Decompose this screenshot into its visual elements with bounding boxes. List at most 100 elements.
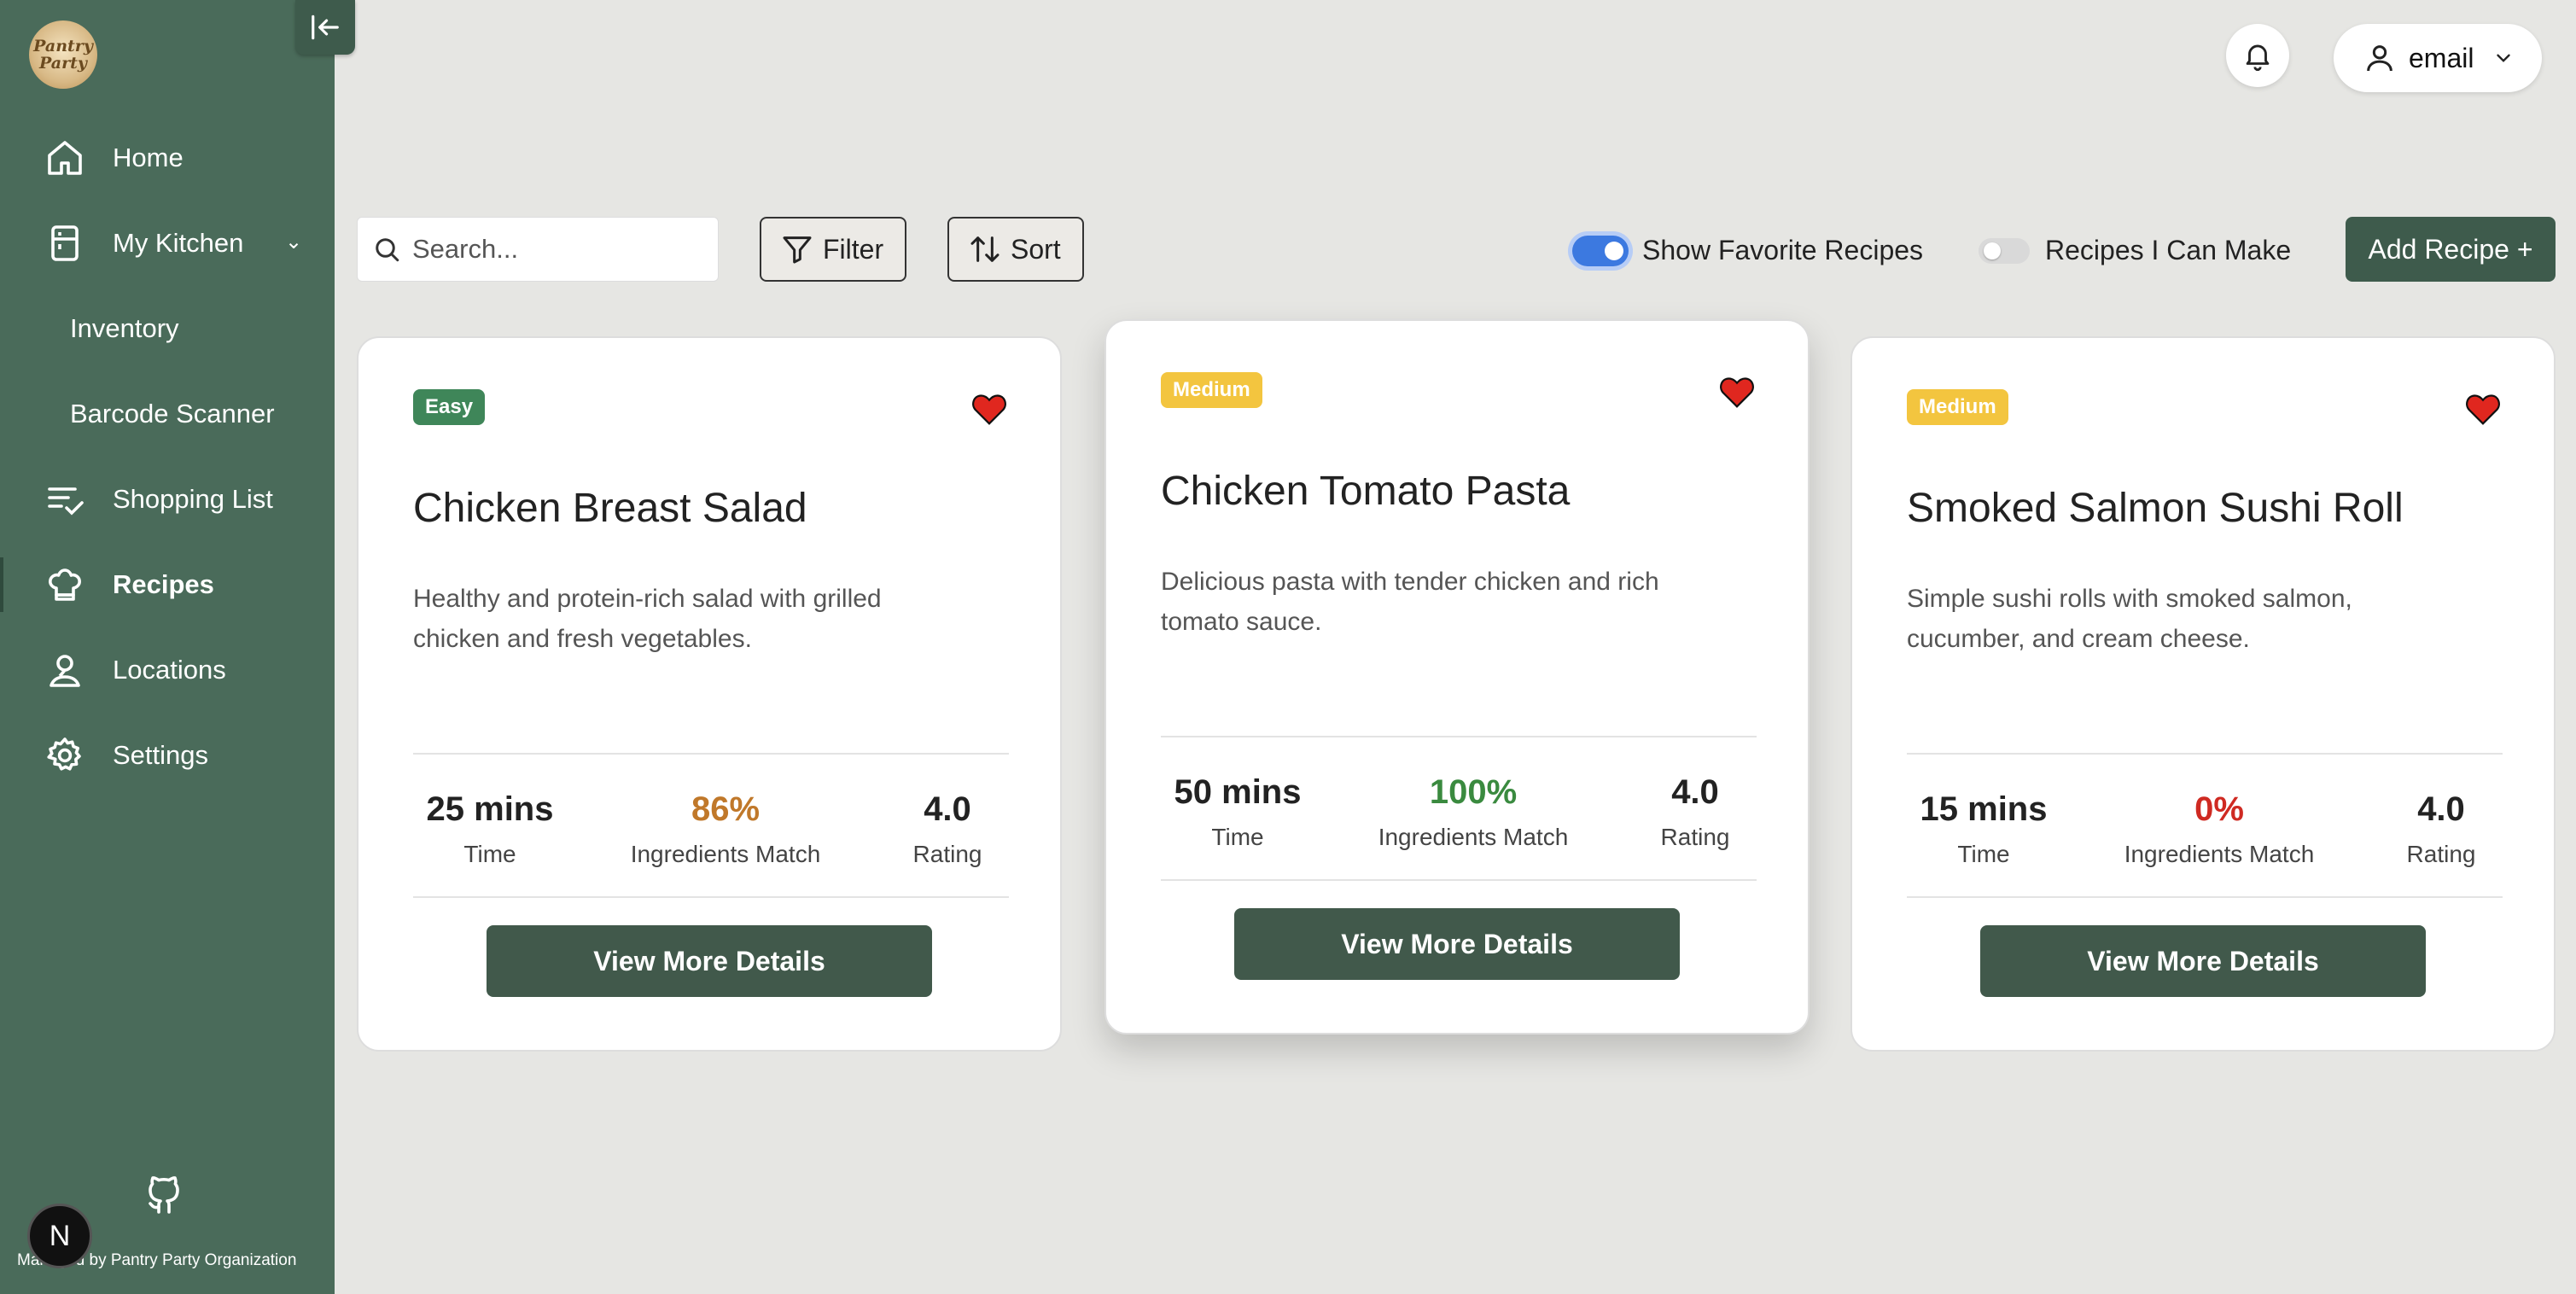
sidebar-item-label: Settings <box>113 740 209 770</box>
rating-value: 4.0 <box>924 790 971 828</box>
recipe-card: Medium Chicken Tomato Pasta Delicious pa… <box>1104 319 1810 1035</box>
rating-stat: 4.0 Rating <box>1635 773 1755 851</box>
recipe-description: Healthy and protein-rich salad with gril… <box>413 585 882 653</box>
sidebar-item-inventory[interactable]: Inventory <box>0 293 335 364</box>
user-menu-button[interactable]: email <box>2334 24 2542 92</box>
can-make-toggle[interactable] <box>1979 238 2030 264</box>
time-label: Time <box>1211 824 1264 850</box>
toggle-knob <box>1605 242 1623 260</box>
time-stat: 25 mins Time <box>413 790 567 868</box>
bell-icon <box>2246 44 2270 71</box>
show-favorites-toggle[interactable] <box>1572 236 1629 266</box>
rating-value: 4.0 <box>2417 790 2465 828</box>
map-pin-user-icon <box>50 655 80 687</box>
rating-label: Rating <box>912 841 982 867</box>
match-value: 100% <box>1429 773 1518 811</box>
filter-icon <box>783 236 812 264</box>
heart-icon[interactable] <box>2465 393 2501 425</box>
view-details-button[interactable]: View More Details <box>1980 925 2426 997</box>
recipe-title: Smoked Salmon Sushi Roll <box>1907 486 2404 531</box>
heart-icon[interactable] <box>1719 376 1755 408</box>
heart-icon[interactable] <box>971 393 1007 425</box>
match-label: Ingredients Match <box>630 841 821 867</box>
sidebar: Pantry Party Home My Kitchen ⌄ Inventory … <box>0 0 335 1294</box>
time-stat: 50 mins Time <box>1161 773 1314 851</box>
sort-label: Sort <box>1011 233 1061 265</box>
sidebar-item-barcode-scanner[interactable]: Barcode Scanner <box>0 378 335 450</box>
divider <box>1161 879 1757 881</box>
divider <box>1907 753 2503 755</box>
rating-stat: 4.0 Rating <box>2381 790 2501 868</box>
sidebar-item-settings[interactable]: Settings <box>0 720 335 791</box>
toggle-knob <box>1984 242 2001 259</box>
recipe-card: Medium Smoked Salmon Sushi Roll Simple s… <box>1850 336 2556 1052</box>
match-stat: 0% Ingredients Match <box>2117 790 2322 868</box>
collapse-left-icon <box>312 15 339 40</box>
recipe-title: Chicken Tomato Pasta <box>1161 469 1571 514</box>
filter-button[interactable]: Filter <box>760 217 906 282</box>
sidebar-item-shopping-list[interactable]: Shopping List <box>0 463 335 535</box>
time-stat: 15 mins Time <box>1907 790 2060 868</box>
difficulty-badge: Easy <box>413 389 486 425</box>
match-value: 0% <box>2194 790 2244 828</box>
filter-label: Filter <box>823 233 884 265</box>
time-value: 50 mins <box>1174 773 1302 811</box>
search-input[interactable] <box>412 218 711 281</box>
match-stat: 86% Ingredients Match <box>623 790 828 868</box>
view-details-button[interactable]: View More Details <box>1234 908 1680 980</box>
list-check-icon <box>48 487 84 516</box>
rating-stat: 4.0 Rating <box>888 790 1007 868</box>
sidebar-item-label: Home <box>113 143 184 172</box>
time-label: Time <box>463 841 516 867</box>
divider <box>413 896 1009 898</box>
chevron-down-icon[interactable]: ⌄ <box>285 230 302 254</box>
search-bar <box>357 217 719 282</box>
sidebar-item-recipes[interactable]: Recipes <box>0 549 335 621</box>
match-label: Ingredients Match <box>1378 824 1569 850</box>
chevron-down-icon <box>2497 54 2510 62</box>
difficulty-badge: Medium <box>1161 372 1262 408</box>
match-value: 86% <box>691 790 761 828</box>
user-icon <box>2367 45 2392 72</box>
fridge-icon <box>51 225 79 261</box>
recipe-description: Simple sushi rolls with smoked salmon, c… <box>1907 585 2352 653</box>
add-recipe-button[interactable]: Add Recipe + <box>2346 217 2556 282</box>
github-icon[interactable] <box>143 1176 184 1217</box>
rating-label: Rating <box>1660 824 1730 850</box>
notifications-button[interactable] <box>2226 24 2289 87</box>
match-stat: 100% Ingredients Match <box>1371 773 1576 851</box>
sort-button[interactable]: Sort <box>947 217 1084 282</box>
recipe-title: Chicken Breast Salad <box>413 486 807 531</box>
rating-label: Rating <box>2406 841 2476 867</box>
divider <box>1161 736 1757 737</box>
home-icon <box>48 141 82 175</box>
gear-icon <box>47 737 81 771</box>
view-details-button[interactable]: View More Details <box>487 925 932 997</box>
sidebar-item-label: Shopping List <box>113 484 273 514</box>
search-icon <box>376 238 399 262</box>
chef-hat-icon <box>49 568 81 601</box>
sidebar-item-label: My Kitchen <box>113 228 244 258</box>
sidebar-item-locations[interactable]: Locations <box>0 634 335 706</box>
user-email-label: email <box>2409 42 2474 73</box>
sidebar-item-label: Locations <box>113 655 226 685</box>
time-label: Time <box>1957 841 2010 867</box>
sidebar-item-label: Inventory <box>70 313 179 343</box>
recipe-card: Easy Chicken Breast Salad Healthy and pr… <box>357 336 1062 1052</box>
time-value: 25 mins <box>426 790 554 828</box>
sidebar-item-home[interactable]: Home <box>0 122 335 194</box>
recipe-description: Delicious pasta with tender chicken and … <box>1161 568 1659 636</box>
pantry-party-logo[interactable]: Pantry Party <box>29 20 97 89</box>
can-make-label: Recipes I Can Make <box>2045 235 2292 265</box>
rating-value: 4.0 <box>1671 773 1719 811</box>
collapse-sidebar-button[interactable] <box>295 0 355 55</box>
difficulty-badge: Medium <box>1907 389 2008 425</box>
match-label: Ingredients Match <box>2124 841 2315 867</box>
show-favorites-label: Show Favorite Recipes <box>1642 235 1924 265</box>
sort-arrows-icon <box>970 236 1000 262</box>
time-value: 15 mins <box>1920 790 2048 828</box>
divider <box>1907 896 2503 898</box>
dev-indicator-badge[interactable]: N <box>27 1204 92 1268</box>
sidebar-item-my-kitchen[interactable]: My Kitchen ⌄ <box>0 207 335 279</box>
divider <box>413 753 1009 755</box>
